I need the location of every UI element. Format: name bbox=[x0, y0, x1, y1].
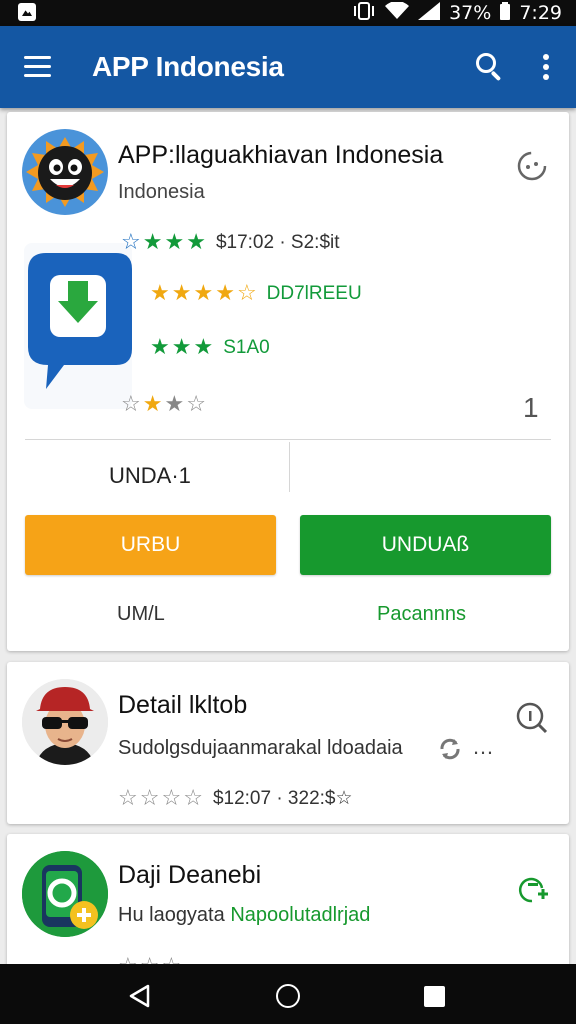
item-subtitle: Sudolgsdujaanmarakal ldoadaia bbox=[118, 737, 403, 759]
secondary-action-button[interactable]: URBU bbox=[25, 515, 276, 575]
refresh-icon[interactable] bbox=[436, 735, 464, 763]
star-icon: ★ bbox=[150, 281, 170, 306]
app-bar-title: APP Indonesia bbox=[92, 51, 284, 82]
home-icon[interactable] bbox=[276, 984, 300, 1008]
app-avatar-phone bbox=[22, 851, 108, 937]
signal-icon bbox=[418, 1, 441, 25]
item-count: 1 bbox=[523, 392, 539, 423]
more-vert-icon[interactable] bbox=[542, 54, 550, 80]
vibrate-icon bbox=[352, 1, 376, 26]
recents-icon[interactable] bbox=[424, 986, 445, 1007]
rating-row: ☆ ☆ ☆ ☆ $12:07 · 322:$☆ bbox=[118, 787, 353, 810]
image-notification-icon bbox=[18, 3, 36, 21]
divider bbox=[289, 442, 290, 492]
star-icon: ★ bbox=[150, 335, 170, 360]
star-icon: ★ bbox=[164, 392, 185, 417]
rating-row-2: ★ ★ ★ ★ ☆ DD7lREEU bbox=[150, 283, 362, 305]
star-outline-icon: ☆ bbox=[118, 785, 138, 811]
add-icon[interactable] bbox=[516, 874, 548, 906]
star-icon: ★ bbox=[186, 230, 206, 255]
clock: 7:29 bbox=[519, 2, 562, 24]
loading-icon[interactable] bbox=[516, 150, 548, 182]
more-text[interactable]: … bbox=[472, 734, 494, 760]
back-icon[interactable] bbox=[128, 984, 152, 1008]
info-search-icon[interactable] bbox=[516, 702, 548, 734]
featured-app-subtitle: Indonesia bbox=[118, 181, 205, 203]
wifi-icon bbox=[385, 0, 410, 25]
star-icon: ★ bbox=[171, 335, 192, 360]
menu-icon[interactable] bbox=[24, 56, 51, 78]
stat-label: UNDA·1 bbox=[109, 463, 191, 488]
item-title: Daji Deanebi bbox=[118, 861, 262, 889]
rating-text: DD7lREEU bbox=[266, 283, 362, 304]
star-icon: ★ bbox=[193, 281, 214, 306]
star-icon: ★ bbox=[215, 281, 235, 306]
status-icons: 37% 7:29 bbox=[352, 0, 562, 26]
app-avatar-mascot bbox=[22, 129, 108, 215]
rating-text: $17:02 · S2:$it bbox=[215, 232, 340, 253]
list-item[interactable]: Detail lkltob Sudolgsdujaanmarakal ldoad… bbox=[7, 662, 569, 824]
item-subtitle-highlight: Napoolutadlrjad bbox=[230, 904, 371, 926]
list-item[interactable]: Daji Deanebi Hu laogyata Napoolutadlrjad… bbox=[7, 834, 569, 974]
battery-icon bbox=[500, 1, 511, 25]
status-bar: 37% 7:29 bbox=[0, 0, 576, 26]
rating-row-3: ★ ★ ★ S1A0 bbox=[150, 337, 270, 359]
star-icon: ★ bbox=[142, 392, 163, 417]
star-outline-icon: ☆ bbox=[139, 785, 160, 811]
download-button[interactable]: UNDUAß bbox=[300, 515, 551, 575]
star-outline-icon: ☆ bbox=[121, 392, 141, 417]
app-bar: APP Indonesia bbox=[0, 26, 576, 108]
item-subtitle: Hu laogyata Napoolutadlrjad bbox=[118, 904, 370, 927]
user-avatar bbox=[22, 679, 108, 765]
star-outline-icon: ☆ bbox=[121, 230, 141, 255]
star-outline-icon: ☆ bbox=[183, 785, 203, 811]
footer-right-link[interactable]: Pacannns bbox=[377, 603, 466, 626]
navigation-bar bbox=[0, 964, 576, 1024]
star-icon: ★ bbox=[142, 230, 163, 255]
featured-app-title: APP:llaguakhiavan Indonesia bbox=[118, 141, 444, 169]
item-subtitle-prefix: Hu laogyata bbox=[118, 904, 225, 926]
star-half-icon: ☆ bbox=[236, 281, 257, 306]
item-title: Detail lkltob bbox=[118, 691, 248, 719]
download-app-icon bbox=[24, 243, 132, 409]
rating-text: $12:07 · 322:$☆ bbox=[212, 788, 353, 809]
battery-text: 37% bbox=[449, 2, 492, 24]
star-outline-icon: ☆ bbox=[186, 392, 206, 417]
footer-left-link[interactable]: UM/L bbox=[117, 603, 165, 626]
star-outline-icon: ☆ bbox=[161, 785, 182, 811]
search-icon[interactable] bbox=[476, 53, 504, 82]
divider bbox=[25, 439, 551, 440]
rating-text: S1A0 bbox=[223, 337, 270, 358]
rating-row-1: ☆ ★ ★ ★ $17:02 · S2:$it bbox=[121, 232, 340, 254]
star-icon: ★ bbox=[171, 281, 192, 306]
star-icon: ★ bbox=[164, 230, 185, 255]
star-icon: ★ bbox=[193, 335, 214, 360]
featured-app-card[interactable]: APP:llaguakhiavan Indonesia Indonesia ☆ … bbox=[7, 112, 569, 651]
rating-row-4: ☆ ★ ★ ☆ bbox=[121, 394, 206, 416]
